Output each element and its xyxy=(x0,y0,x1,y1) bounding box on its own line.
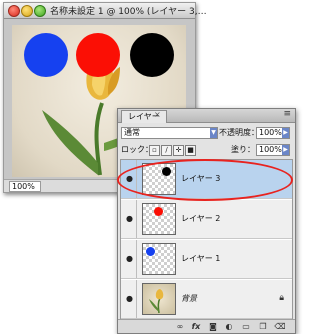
fill-value: 100% xyxy=(259,145,282,154)
all-lock-icon[interactable]: ■ xyxy=(185,145,196,156)
opacity-value: 100% xyxy=(259,128,282,137)
chevron-down-icon: ▼ xyxy=(210,128,217,138)
fill-label: 塗り： xyxy=(231,145,255,154)
fill-field[interactable]: 100% ▶ xyxy=(256,144,290,156)
blue-dot-thumb xyxy=(146,247,155,256)
trash-icon[interactable]: ⌫ xyxy=(274,321,286,332)
layer-thumbnail xyxy=(142,243,176,275)
link-icon[interactable]: ∞ xyxy=(174,321,186,332)
zoom-level-field[interactable]: 100% xyxy=(9,181,41,192)
layer-name[interactable]: レイヤー 1 xyxy=(181,240,220,278)
lock-icon: 🔒︎ xyxy=(279,293,284,303)
document-titlebar[interactable]: 名称未設定 1 @ 100% (レイヤー 3,… xyxy=(4,3,207,19)
close-icon[interactable]: × xyxy=(154,110,161,119)
adjustment-layer-icon[interactable]: ◐ xyxy=(223,321,235,332)
layer-mask-icon[interactable]: ◙ xyxy=(207,321,219,332)
tulip-thumb-icon xyxy=(149,289,164,314)
blue-circle xyxy=(24,33,68,77)
panel-tabbar: レイヤー × ≡ xyxy=(118,109,295,123)
lock-row: ロック： ▫ ∕ ✛ ■ 塗り： 100% ▶ xyxy=(121,144,292,156)
group-folder-icon[interactable]: ▭ xyxy=(240,321,252,332)
layer-list: ● レイヤー 3 ● レイヤー 2 ● レイヤー 1 ● 背景 🔒︎ xyxy=(120,159,293,320)
opacity-field[interactable]: 100% ▶ xyxy=(256,127,290,139)
layer-row[interactable]: ● レイヤー 3 xyxy=(121,160,292,199)
zoom-window-button[interactable] xyxy=(34,5,46,17)
red-dot-thumb xyxy=(154,207,163,216)
brush-lock-icon[interactable]: ∕ xyxy=(161,145,172,156)
eye-icon[interactable]: ● xyxy=(123,200,137,238)
chevron-right-icon[interactable]: ▶ xyxy=(282,145,289,155)
blend-row: 通常 ▼ 不透明度： 100% ▶ xyxy=(121,127,292,139)
document-title: 名称未設定 1 @ 100% (レイヤー 3,… xyxy=(50,7,207,17)
black-circle xyxy=(130,33,174,77)
panel-footer: ∞ fx ◙ ◐ ▭ ❐ ⌫ xyxy=(118,319,295,333)
chevron-right-icon[interactable]: ▶ xyxy=(282,128,289,138)
layer-thumbnail xyxy=(142,163,176,195)
layer-row[interactable]: ● レイヤー 1 xyxy=(121,240,292,279)
minimize-window-button[interactable] xyxy=(21,5,33,17)
red-circle xyxy=(76,33,120,77)
layer-row[interactable]: ● 背景 🔒︎ xyxy=(121,280,292,319)
layer-name[interactable]: レイヤー 3 xyxy=(181,160,220,198)
close-window-button[interactable] xyxy=(8,5,20,17)
layer-name[interactable]: 背景 xyxy=(181,280,197,318)
eye-icon[interactable]: ● xyxy=(123,240,137,278)
new-layer-icon[interactable]: ❐ xyxy=(257,321,269,332)
layer-name[interactable]: レイヤー 2 xyxy=(181,200,220,238)
layer-thumbnail xyxy=(142,203,176,235)
blend-mode-select[interactable]: 通常 ▼ xyxy=(121,127,218,139)
opacity-label: 不透明度： xyxy=(219,128,259,137)
layer-row[interactable]: ● レイヤー 2 xyxy=(121,200,292,239)
eye-icon[interactable]: ● xyxy=(123,160,137,198)
layers-panel: レイヤー × ≡ 通常 ▼ 不透明度： 100% ▶ ロック： ▫ ∕ ✛ ■ … xyxy=(117,108,296,334)
black-dot-thumb xyxy=(162,167,171,176)
panel-menu-icon[interactable]: ≡ xyxy=(283,109,291,119)
blend-mode-value: 通常 xyxy=(124,128,140,137)
eye-icon[interactable]: ● xyxy=(123,280,137,318)
layer-thumbnail xyxy=(142,283,176,315)
move-lock-icon[interactable]: ✛ xyxy=(173,145,184,156)
transparency-lock-icon[interactable]: ▫ xyxy=(149,145,160,156)
fx-icon[interactable]: fx xyxy=(190,321,202,332)
